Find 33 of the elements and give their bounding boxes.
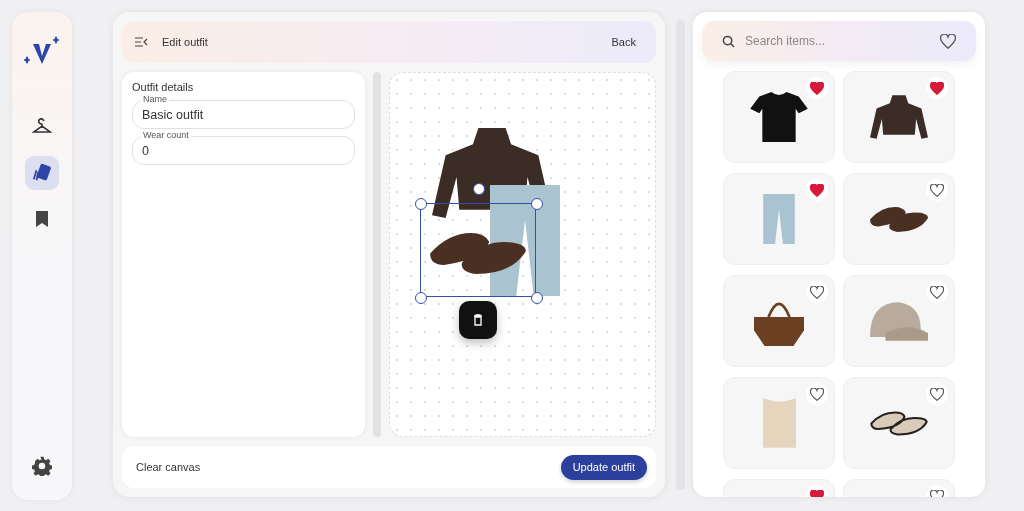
item-card[interactable] xyxy=(723,71,835,163)
section-heading: Outfit details xyxy=(132,81,195,93)
outfit-canvas[interactable] xyxy=(389,72,656,437)
back-button[interactable]: Back xyxy=(611,32,636,52)
cards-icon xyxy=(31,163,53,183)
trash-icon xyxy=(473,314,483,326)
jacket-photo xyxy=(870,95,928,139)
settings-icon[interactable] xyxy=(32,456,52,476)
page-title: Edit outfit xyxy=(162,36,209,48)
resize-handle[interactable] xyxy=(415,198,427,210)
resize-handle[interactable] xyxy=(531,292,543,304)
top-photo xyxy=(762,398,796,448)
search-bar[interactable]: Search items... xyxy=(702,21,976,61)
search-icon xyxy=(722,34,735,48)
shoes-photo xyxy=(870,206,928,232)
clear-canvas-button[interactable]: Clear canvas xyxy=(136,457,201,477)
search-field[interactable]: Search items... xyxy=(743,33,932,49)
item-card[interactable] xyxy=(843,377,955,469)
menu-collapse-icon[interactable] xyxy=(134,37,148,47)
favorites-heart-icon[interactable] xyxy=(940,33,956,49)
cap-photo xyxy=(870,301,928,341)
hanger-icon xyxy=(32,118,52,136)
flats-photo xyxy=(870,410,928,436)
resize-handle[interactable] xyxy=(415,292,427,304)
delete-button[interactable] xyxy=(459,301,497,339)
item-card[interactable] xyxy=(723,275,835,367)
tshirt-photo xyxy=(750,92,808,142)
item-card[interactable] xyxy=(843,173,955,265)
nav-item[interactable] xyxy=(25,156,59,190)
update-outfit-button[interactable]: Update outfit xyxy=(560,454,647,480)
jeans-photo xyxy=(763,194,795,244)
item-card[interactable] xyxy=(843,71,955,163)
bookmark-icon xyxy=(35,210,49,228)
